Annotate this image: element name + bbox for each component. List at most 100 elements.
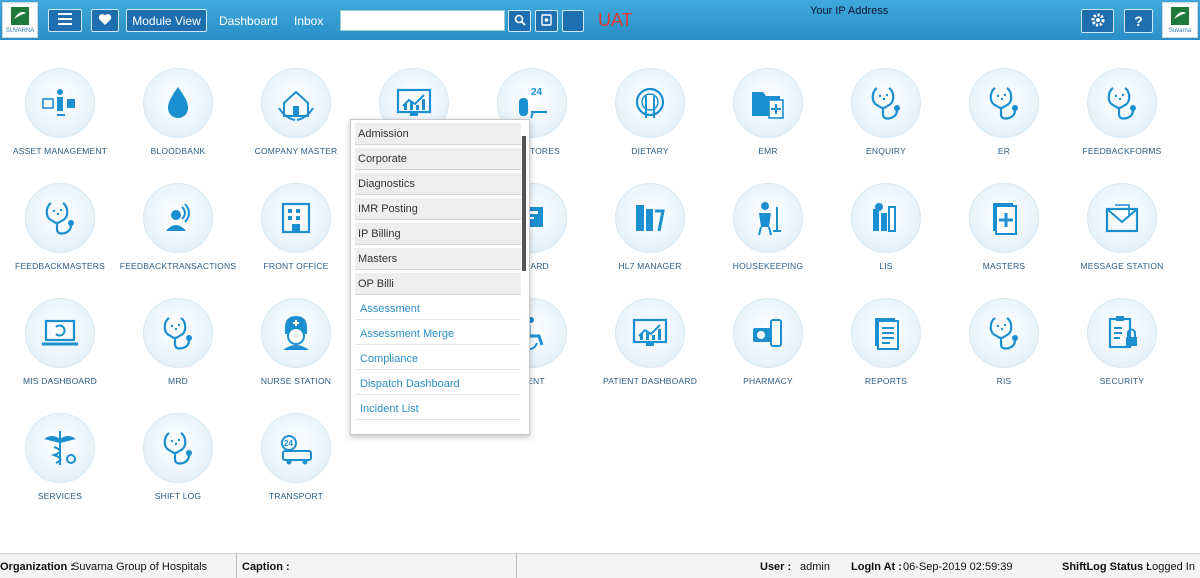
module-icon-circle: 24	[261, 413, 331, 483]
dropdown-item[interactable]: Corporate	[355, 148, 521, 170]
module-tile[interactable]: COMPANY MASTER	[237, 68, 355, 156]
module-tile[interactable]: ER	[945, 68, 1063, 156]
dropdown-item[interactable]: Assessment	[355, 298, 521, 320]
dropdown-item[interactable]: Incident List	[355, 398, 521, 420]
module-label: RIS	[996, 376, 1012, 386]
module-tile[interactable]: FEEDBACKFORMS	[1063, 68, 1181, 156]
login-value: 06-Sep-2019 02:59:39	[903, 561, 1013, 573]
user-label: User :	[760, 561, 792, 573]
module-label: ER	[997, 146, 1011, 156]
module-tile[interactable]: PHARMACY	[709, 298, 827, 386]
module-tile[interactable]: EMR	[709, 68, 827, 156]
dropdown-item[interactable]: IP Billing	[355, 223, 521, 245]
module-tile[interactable]: SERVICES	[1, 413, 119, 501]
blank-toolbar-button[interactable]	[562, 10, 584, 32]
module-tile[interactable]: ASSET MANAGEMENT	[1, 68, 119, 156]
settings-button[interactable]	[1081, 9, 1114, 33]
module-tile[interactable]: ENQUIRY	[827, 68, 945, 156]
svg-text:24: 24	[284, 439, 293, 448]
module-icon-circle	[615, 298, 685, 368]
module-tile[interactable]: MESSAGE STATION	[1063, 183, 1181, 271]
module-view-button[interactable]: Module View	[126, 9, 207, 32]
emr-folder-icon	[752, 92, 784, 119]
module-icon-circle	[733, 68, 803, 138]
company-master-icon	[278, 90, 314, 121]
dropdown-scrollbar[interactable]	[522, 136, 526, 271]
module-icon-circle	[25, 68, 95, 138]
module-icon-circle	[1087, 298, 1157, 368]
help-button[interactable]: ?	[1124, 9, 1153, 33]
dashboard-link[interactable]: Dashboard	[219, 14, 278, 28]
module-tile[interactable]: NURSE STATION	[237, 298, 355, 386]
status-divider	[236, 554, 237, 578]
module-tile[interactable]: MIS DASHBOARD	[1, 298, 119, 386]
user-value: admin	[800, 561, 830, 573]
search-input[interactable]	[340, 10, 505, 31]
stethoscope-icon	[163, 317, 192, 350]
module-icon-circle	[851, 183, 921, 253]
module-icon-circle	[969, 183, 1039, 253]
module-tile[interactable]: RIS	[945, 298, 1063, 386]
module-tile[interactable]: FEEDBACKTRANSACTIONS	[119, 183, 237, 271]
module-tile[interactable]: REPORTS	[827, 298, 945, 386]
module-icon-circle	[261, 183, 331, 253]
module-icon-circle	[969, 68, 1039, 138]
module-label: LIS	[879, 261, 893, 271]
module-tile[interactable]: MASTERS	[945, 183, 1063, 271]
module-tile[interactable]: LIS	[827, 183, 945, 271]
security-icon	[1108, 316, 1137, 349]
chart-monitor-icon	[396, 88, 432, 116]
caption-label: Caption :	[242, 561, 290, 573]
module-label: BLOODBANK	[150, 146, 206, 156]
module-label: FEEDBACKFORMS	[1082, 146, 1162, 156]
hamburger-icon	[58, 13, 72, 28]
search-button[interactable]	[508, 10, 531, 32]
dropdown-item[interactable]: Compliance	[355, 348, 521, 370]
heart-icon	[98, 13, 112, 29]
pharmacy-icon	[753, 319, 782, 347]
suvarna-logo[interactable]: SUVARNA	[2, 2, 38, 38]
logo-mark-icon	[9, 5, 31, 27]
status-divider	[516, 554, 517, 578]
dropdown-item[interactable]: Dispatch Dashboard	[355, 373, 521, 395]
module-tile[interactable]: DIETARY	[591, 68, 709, 156]
module-icon-circle	[143, 68, 213, 138]
module-tile[interactable]: HOUSEKEEPING	[709, 183, 827, 271]
laptop-icon	[42, 319, 78, 346]
attachment-button[interactable]	[535, 10, 558, 32]
module-tile[interactable]: PATIENT DASHBOARD	[591, 298, 709, 386]
blood-drop-icon	[168, 87, 188, 118]
dropdown-item[interactable]: IMR Posting	[355, 198, 521, 220]
module-tile[interactable]: 24 TRANSPORT	[237, 413, 355, 501]
dropdown-item[interactable]: Assessment Merge	[355, 323, 521, 345]
module-label: ENQUIRY	[866, 146, 906, 156]
module-tile[interactable]: MRD	[119, 298, 237, 386]
module-tile[interactable]: BLOODBANK	[119, 68, 237, 156]
search-icon	[514, 14, 526, 29]
dropdown-item[interactable]: Masters	[355, 248, 521, 270]
stethoscope-icon	[163, 432, 192, 465]
module-tile[interactable]: SHIFT LOG	[119, 413, 237, 501]
module-icon-circle	[615, 183, 685, 253]
lis-icon	[873, 203, 896, 232]
module-label: TRANSPORT	[268, 491, 324, 501]
favorites-button[interactable]	[91, 9, 119, 32]
module-dropdown-menu[interactable]: Admission Corporate Diagnostics IMR Posting…	[350, 119, 530, 435]
module-tile[interactable]: SECURITY	[1063, 298, 1181, 386]
reports-icon	[875, 318, 899, 350]
menu-button[interactable]	[48, 9, 82, 32]
dropdown-item[interactable]: Diagnostics	[355, 173, 521, 195]
dropdown-item[interactable]: Admission	[355, 123, 521, 145]
dropdown-item[interactable]: OP Billi	[355, 273, 521, 295]
suvarna-logo-right: Suvarna	[1162, 2, 1198, 38]
module-label: REPORTS	[864, 376, 908, 386]
envelope-icon	[1105, 204, 1139, 233]
module-icon-circle	[1087, 183, 1157, 253]
stethoscope-icon	[989, 87, 1018, 120]
module-tile[interactable]: HL7 MANAGER	[591, 183, 709, 271]
module-tile[interactable]: FEEDBACKMASTERS	[1, 183, 119, 271]
module-label: MIS DASHBOARD	[23, 376, 97, 386]
module-label: MASTERS	[982, 261, 1026, 271]
module-tile[interactable]: FRONT OFFICE	[237, 183, 355, 271]
inbox-link[interactable]: Inbox	[294, 14, 323, 28]
